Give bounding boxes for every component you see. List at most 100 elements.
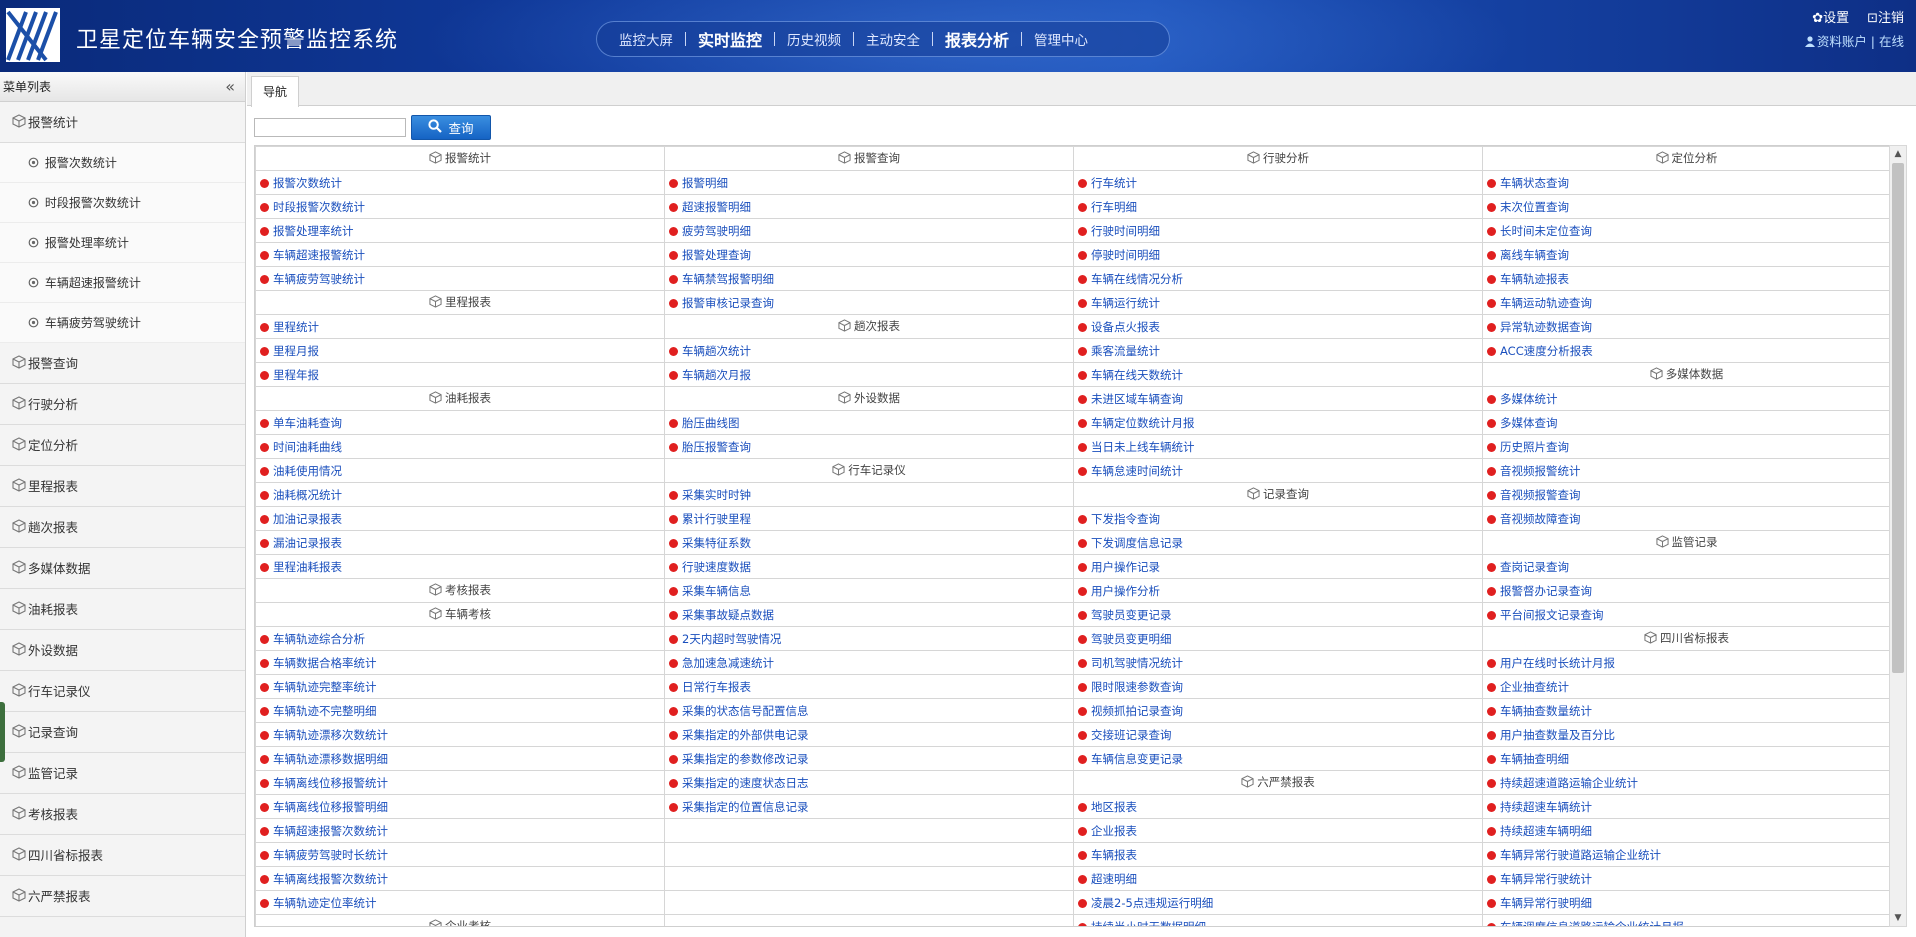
report-link[interactable]: 离线车辆查询 bbox=[1500, 248, 1569, 262]
nav-report-analysis[interactable]: 报表分析 bbox=[933, 27, 1021, 51]
report-link[interactable]: 车辆轨迹报表 bbox=[1500, 272, 1569, 286]
report-link[interactable]: 车辆定位数统计月报 bbox=[1091, 416, 1195, 430]
report-link[interactable]: 音视频报警统计 bbox=[1500, 464, 1581, 478]
report-link[interactable]: 车辆在线天数统计 bbox=[1091, 368, 1183, 382]
report-link[interactable]: 采集的状态信号配置信息 bbox=[682, 704, 809, 718]
report-link[interactable]: 采集车辆信息 bbox=[682, 584, 751, 598]
sidebar-group[interactable]: 里程报表 bbox=[0, 466, 245, 507]
report-link[interactable]: 凌晨2-5点违规运行明细 bbox=[1091, 896, 1213, 910]
scroll-up-icon[interactable]: ▲ bbox=[1890, 146, 1906, 162]
sidebar-group[interactable]: 报警查询 bbox=[0, 343, 245, 384]
report-link[interactable]: 持续半小时无数据明细 bbox=[1091, 920, 1206, 927]
report-link[interactable]: 查岗记录查询 bbox=[1500, 560, 1569, 574]
report-link[interactable]: 用户在线时长统计月报 bbox=[1500, 656, 1615, 670]
report-link[interactable]: 乘客流量统计 bbox=[1091, 344, 1160, 358]
report-link[interactable]: 企业报表 bbox=[1091, 824, 1137, 838]
report-link[interactable]: 行车统计 bbox=[1091, 176, 1137, 190]
report-link[interactable]: 驾驶员变更记录 bbox=[1091, 608, 1172, 622]
report-link[interactable]: 车辆轨迹不完整明细 bbox=[273, 704, 377, 718]
report-link[interactable]: 疲劳驾驶明细 bbox=[682, 224, 751, 238]
sidebar-group[interactable]: 油耗报表 bbox=[0, 589, 245, 630]
sidebar-group[interactable]: 行驶分析 bbox=[0, 384, 245, 425]
report-link[interactable]: 设备点火报表 bbox=[1091, 320, 1160, 334]
report-link[interactable]: 停驶时间明细 bbox=[1091, 248, 1160, 262]
report-link[interactable]: 报警处理率统计 bbox=[273, 224, 354, 238]
report-link[interactable]: 胎压报警查询 bbox=[682, 440, 751, 454]
report-link[interactable]: 车辆禁驾报警明细 bbox=[682, 272, 774, 286]
report-link[interactable]: 行车明细 bbox=[1091, 200, 1137, 214]
report-link[interactable]: 时段报警次数统计 bbox=[273, 200, 365, 214]
report-link[interactable]: 采集实时时钟 bbox=[682, 488, 751, 502]
sidebar-group[interactable]: 记录查询 bbox=[0, 712, 245, 753]
report-link[interactable]: 车辆轨迹定位率统计 bbox=[273, 896, 377, 910]
report-link[interactable]: 异常轨迹数据查询 bbox=[1500, 320, 1592, 334]
report-link[interactable]: 报警明细 bbox=[682, 176, 728, 190]
report-link[interactable]: 车辆报表 bbox=[1091, 848, 1137, 862]
report-link[interactable]: 油耗概况统计 bbox=[273, 488, 342, 502]
report-link[interactable]: 车辆调度信息道路运输企业统计月报 bbox=[1500, 920, 1684, 927]
report-link[interactable]: 加油记录报表 bbox=[273, 512, 342, 526]
report-link[interactable]: 报警处理查询 bbox=[682, 248, 751, 262]
report-link[interactable]: 驾驶员变更明细 bbox=[1091, 632, 1172, 646]
report-link[interactable]: 采集事故疑点数据 bbox=[682, 608, 774, 622]
report-link[interactable]: 采集指定的位置信息记录 bbox=[682, 800, 809, 814]
report-link[interactable]: 2天内超时驾驶情况 bbox=[682, 632, 781, 646]
report-link[interactable]: 车辆数据合格率统计 bbox=[273, 656, 377, 670]
sidebar-group-alarm-statistics[interactable]: 报警统计 bbox=[0, 102, 245, 143]
report-link[interactable]: 视频抓拍记录查询 bbox=[1091, 704, 1183, 718]
report-link[interactable]: 末次位置查询 bbox=[1500, 200, 1569, 214]
report-link[interactable]: 长时间未定位查询 bbox=[1500, 224, 1592, 238]
report-link[interactable]: 交接班记录查询 bbox=[1091, 728, 1172, 742]
collapse-sidebar-icon[interactable]: « bbox=[225, 72, 235, 102]
report-link[interactable]: 司机驾驶情况统计 bbox=[1091, 656, 1183, 670]
sidebar-group[interactable]: 行车记录仪 bbox=[0, 671, 245, 712]
grid-scrollbar[interactable]: ▲ ▼ bbox=[1889, 145, 1907, 927]
report-link[interactable]: 历史照片查询 bbox=[1500, 440, 1569, 454]
report-link[interactable]: 音视频故障查询 bbox=[1500, 512, 1581, 526]
sidebar-subitem[interactable]: 车辆疲劳驾驶统计 bbox=[0, 303, 245, 343]
report-link[interactable]: 单车油耗查询 bbox=[273, 416, 342, 430]
report-link[interactable]: 音视频报警查询 bbox=[1500, 488, 1581, 502]
report-link[interactable]: 日常行车报表 bbox=[682, 680, 751, 694]
nav-realtime-monitor[interactable]: 实时监控 bbox=[686, 27, 774, 51]
report-link[interactable]: 急加速急减速统计 bbox=[682, 656, 774, 670]
report-link[interactable]: 采集指定的速度状态日志 bbox=[682, 776, 809, 790]
sidebar-group[interactable]: 四川省标报表 bbox=[0, 835, 245, 876]
report-link[interactable]: 报警审核记录查询 bbox=[682, 296, 774, 310]
report-link[interactable]: 车辆异常行驶道路运输企业统计 bbox=[1500, 848, 1661, 862]
report-link[interactable]: 持续超速车辆统计 bbox=[1500, 800, 1592, 814]
report-link[interactable]: 用户操作记录 bbox=[1091, 560, 1160, 574]
sidebar-group[interactable]: 趟次报表 bbox=[0, 507, 245, 548]
report-link[interactable]: 采集特征系数 bbox=[682, 536, 751, 550]
report-link[interactable]: 车辆超速报警次数统计 bbox=[273, 824, 388, 838]
account-status[interactable]: 资料账户 | 在线 bbox=[1804, 31, 1904, 50]
report-link[interactable]: 车辆疲劳驾驶时长统计 bbox=[273, 848, 388, 862]
sidebar-group[interactable]: 六严禁报表 bbox=[0, 876, 245, 917]
report-link[interactable]: 地区报表 bbox=[1091, 800, 1137, 814]
report-link[interactable]: 车辆超速报警统计 bbox=[273, 248, 365, 262]
report-link[interactable]: 报警督办记录查询 bbox=[1500, 584, 1592, 598]
sidebar-group[interactable]: 考核报表 bbox=[0, 794, 245, 835]
report-link[interactable]: 车辆趟次统计 bbox=[682, 344, 751, 358]
sidebar-group[interactable]: 多媒体数据 bbox=[0, 548, 245, 589]
report-link[interactable]: 车辆异常行驶明细 bbox=[1500, 896, 1592, 910]
report-link[interactable]: 车辆信息变更记录 bbox=[1091, 752, 1183, 766]
report-link[interactable]: 车辆怠速时间统计 bbox=[1091, 464, 1183, 478]
search-button[interactable]: 查询 bbox=[411, 115, 491, 140]
report-link[interactable]: 行驶速度数据 bbox=[682, 560, 751, 574]
report-link[interactable]: 采集指定的外部供电记录 bbox=[682, 728, 809, 742]
sidebar-group[interactable]: 定位分析 bbox=[0, 425, 245, 466]
nav-active-safety[interactable]: 主动安全 bbox=[854, 29, 932, 49]
sidebar-group[interactable]: 外设数据 bbox=[0, 630, 245, 671]
nav-monitor-screen[interactable]: 监控大屏 bbox=[607, 29, 685, 49]
report-link[interactable]: 车辆轨迹漂移次数统计 bbox=[273, 728, 388, 742]
report-link[interactable]: 车辆轨迹漂移数据明细 bbox=[273, 752, 388, 766]
report-link[interactable]: 车辆轨迹完整率统计 bbox=[273, 680, 377, 694]
report-link[interactable]: 漏油记录报表 bbox=[273, 536, 342, 550]
report-link[interactable]: 用户操作分析 bbox=[1091, 584, 1160, 598]
report-link[interactable]: 多媒体查询 bbox=[1500, 416, 1558, 430]
report-link[interactable]: 超速明细 bbox=[1091, 872, 1137, 886]
report-link[interactable]: 企业抽查统计 bbox=[1500, 680, 1569, 694]
report-link[interactable]: 用户抽查数量及百分比 bbox=[1500, 728, 1615, 742]
report-link[interactable]: 平台间报文记录查询 bbox=[1500, 608, 1604, 622]
